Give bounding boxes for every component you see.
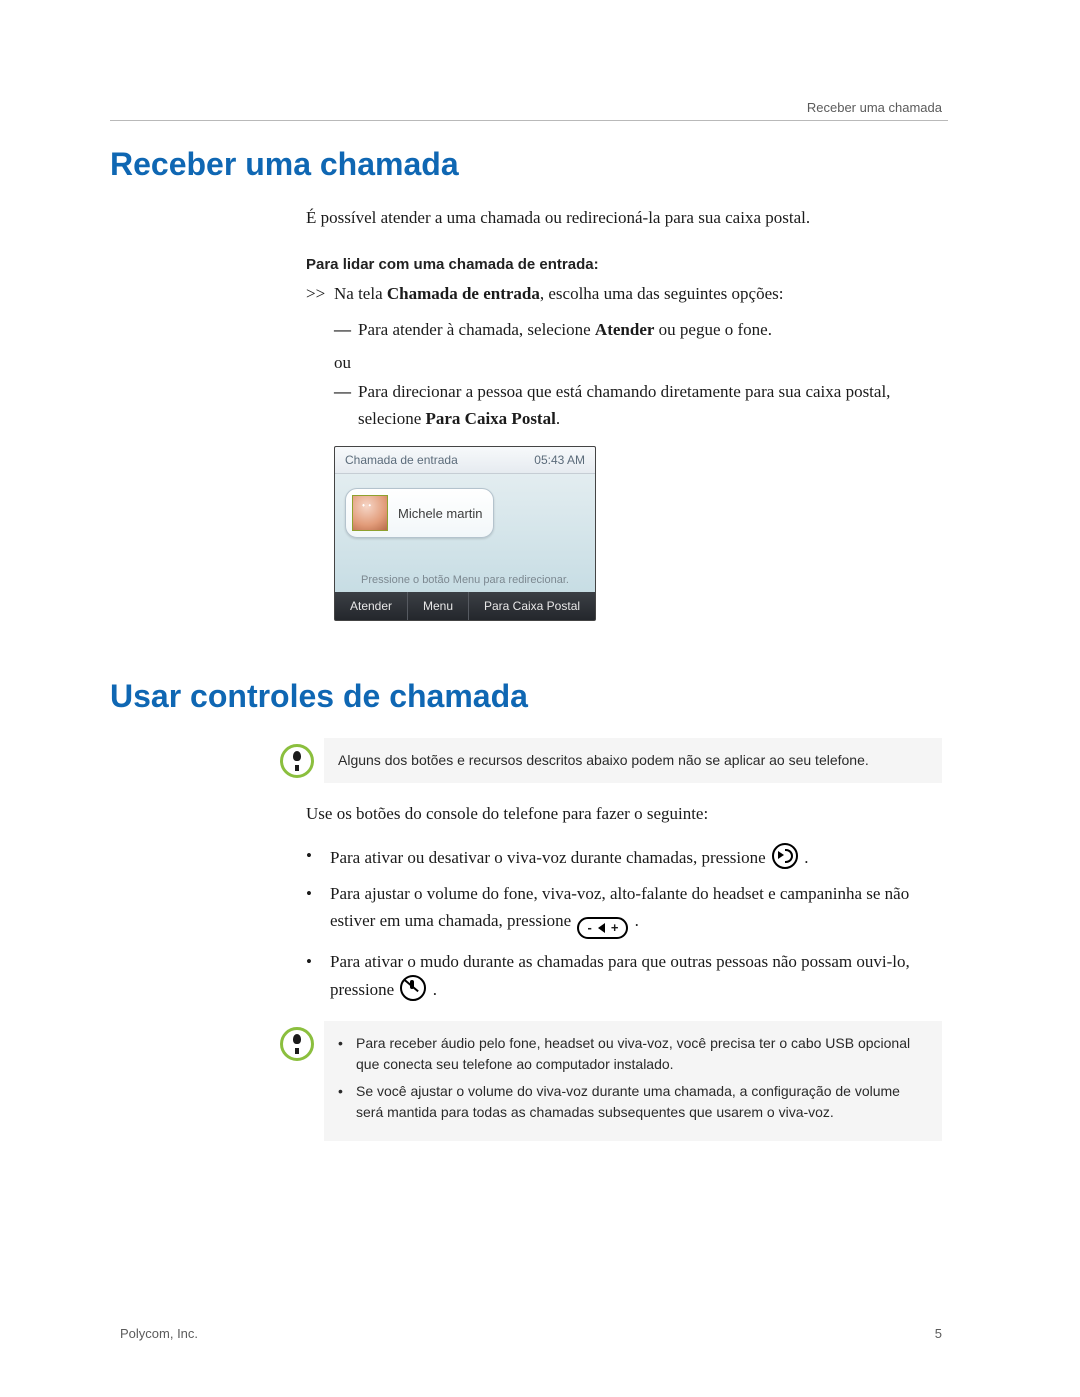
phone-title: Chamada de entrada <box>345 453 458 467</box>
h1-call-controls: Usar controles de chamada <box>110 677 942 715</box>
note-bullet: • Se você ajustar o volume do viva-voz d… <box>338 1081 928 1123</box>
or-text: ou <box>334 353 942 373</box>
text: ou pegue o fone. <box>654 320 772 339</box>
intro-paragraph: É possível atender a uma chamada ou redi… <box>306 205 942 231</box>
option-row: — Para atender à chamada, selecione Aten… <box>334 317 942 343</box>
tip-icon <box>280 744 314 778</box>
note-row: • Para receber áudio pelo fone, headset … <box>280 1021 942 1141</box>
dash-marker: — <box>334 379 358 432</box>
text: . <box>635 911 639 930</box>
step-row: >> Na tela Chamada de entrada, escolha u… <box>306 281 942 307</box>
contact-chip: Michele martin <box>345 488 494 538</box>
running-header: Receber uma chamada <box>807 100 942 115</box>
text: Para ativar ou desativar o viva-voz dura… <box>330 848 770 867</box>
subheading-handle-incoming: Para lidar com uma chamada de entrada: <box>306 256 942 273</box>
arrow-marker: >> <box>306 281 334 307</box>
bullet-marker: • <box>338 1033 346 1075</box>
bullet-text: Para ativar ou desativar o viva-voz dura… <box>330 843 942 871</box>
lead-paragraph: Use os botões do console do telefone par… <box>306 801 942 827</box>
softkey-voicemail: Para Caixa Postal <box>469 592 595 620</box>
phone-softkeys: Atender Menu Para Caixa Postal <box>335 592 595 620</box>
phone-screenshot: Chamada de entrada 05:43 AM Michele mart… <box>334 446 596 621</box>
phone-body: Michele martin Pressione o botão Menu pa… <box>335 474 595 592</box>
volume-rocker-icon: - + <box>577 917 628 939</box>
bullet-marker: • <box>338 1081 346 1123</box>
phone-hint: Pressione o botão Menu para redirecionar… <box>335 574 595 586</box>
bullet-text: Para ativar o mudo durante as chamadas p… <box>330 949 942 1004</box>
note-box: Alguns dos botões e recursos descritos a… <box>324 738 942 783</box>
bullet-row: • Para ajustar o volume do fone, viva-vo… <box>306 881 942 938</box>
footer: Polycom, Inc. 5 <box>120 1326 942 1341</box>
bullet-marker: • <box>306 949 330 1004</box>
dash-marker: — <box>334 317 358 343</box>
phone-time: 05:43 AM <box>534 453 585 467</box>
note-text: Se você ajustar o volume do viva-voz dur… <box>356 1081 928 1123</box>
softkey-answer: Atender <box>335 592 407 620</box>
bold: Para Caixa Postal <box>426 409 556 428</box>
text: . <box>804 848 808 867</box>
note-bullet: • Para receber áudio pelo fone, headset … <box>338 1033 928 1075</box>
phone-header: Chamada de entrada 05:43 AM <box>335 447 595 474</box>
text: , escolha uma das seguintes opções: <box>540 284 784 303</box>
bullet-marker: • <box>306 843 330 871</box>
text: . <box>556 409 560 428</box>
softkey-menu: Menu <box>408 592 468 620</box>
bold: Chamada de entrada <box>387 284 540 303</box>
text: Para atender à chamada, selecione <box>358 320 595 339</box>
speaker-icon <box>772 843 798 869</box>
note-text: Para receber áudio pelo fone, headset ou… <box>356 1033 928 1075</box>
avatar <box>352 495 388 531</box>
mute-icon <box>400 975 426 1001</box>
text: . <box>433 980 437 999</box>
bold: Atender <box>595 320 654 339</box>
note-row: Alguns dos botões e recursos descritos a… <box>280 738 942 783</box>
minus: - <box>587 920 591 936</box>
step-text: Na tela Chamada de entrada, escolha uma … <box>334 281 942 307</box>
bullet-row: • Para ativar o mudo durante as chamadas… <box>306 949 942 1004</box>
header-rule <box>110 120 948 121</box>
triangle-icon <box>598 923 605 933</box>
note-box: • Para receber áudio pelo fone, headset … <box>324 1021 942 1141</box>
tip-icon <box>280 1027 314 1061</box>
option-row: — Para direcionar a pessoa que está cham… <box>334 379 942 432</box>
page-number: 5 <box>935 1326 942 1341</box>
note-text: Alguns dos botões e recursos descritos a… <box>338 752 869 768</box>
bullet-row: • Para ativar ou desativar o viva-voz du… <box>306 843 942 871</box>
option-text: Para atender à chamada, selecione Atende… <box>358 317 942 343</box>
text: Na tela <box>334 284 387 303</box>
bullet-text: Para ajustar o volume do fone, viva-voz,… <box>330 881 942 938</box>
plus: + <box>611 920 619 936</box>
footer-left: Polycom, Inc. <box>120 1326 198 1341</box>
option-text: Para direcionar a pessoa que está chaman… <box>358 379 942 432</box>
contact-name: Michele martin <box>398 506 483 521</box>
h1-receive-call: Receber uma chamada <box>110 145 942 183</box>
bullet-marker: • <box>306 881 330 938</box>
page: Receber uma chamada Receber uma chamada … <box>0 0 1080 1397</box>
